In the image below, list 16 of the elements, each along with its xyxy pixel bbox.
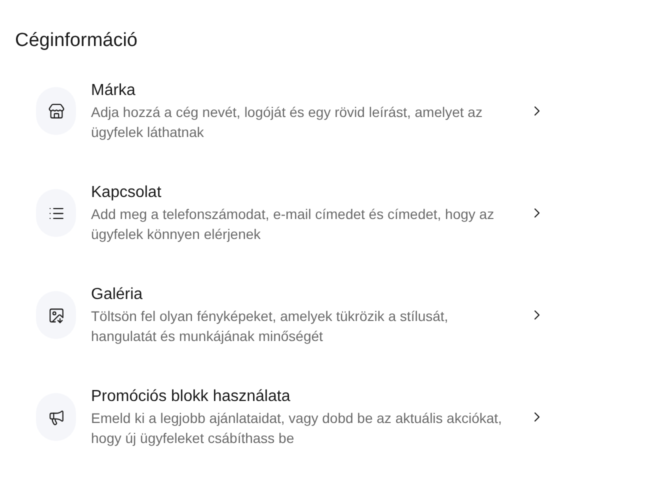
item-description: Adja hozzá a cég nevét, logóját és egy rövid leírást, amelyet az ügyfelek láthatnak [91, 103, 484, 142]
item-title: Promóciós blokk használata [91, 387, 292, 407]
item-description: Töltsön fel olyan fényképeket, amelyek tükrözik a stílusát, hangulatát és munkájának minőségét [91, 307, 450, 346]
megaphone-icon [48, 408, 64, 426]
settings-item[interactable]: Kapcsolat Add meg a telefonszámodat, e-mail címedet és címedet, hogy az ügyfelek könnyen elérjenek [15, 182, 545, 244]
settings-item[interactable]: Promóciós blokk használata Emeld ki a legjobb ajánlataidat, vagy dobd be az aktuális akciókat, hogy új ügyfeleket csábíthass be [15, 386, 545, 448]
section-heading: Céginformáció [15, 29, 138, 53]
item-description: Emeld ki a legjobb ajánlataidat, vagy dobd be az aktuális akciókat, hogy új ügyfeleket csábíthass be [91, 409, 503, 448]
image-icon [48, 306, 64, 324]
item-title: Galéria [91, 285, 144, 305]
item-title: Kapcsolat [91, 183, 162, 203]
settings-item[interactable]: Galéria Töltsön fel olyan fényképeket, amelyek tükrözik a stílusát, hangulatát és munkájának minőségét [15, 284, 545, 346]
item-title: Márka [91, 81, 136, 101]
settings-item[interactable]: Márka Adja hozzá a cég nevét, logóját és egy rövid leírást, amelyet az ügyfelek láthatnak [15, 80, 545, 142]
item-description: Add meg a telefonszámodat, e-mail címedet és címedet, hogy az ügyfelek könnyen elérjenek [91, 205, 496, 244]
storefront-icon [48, 102, 64, 120]
